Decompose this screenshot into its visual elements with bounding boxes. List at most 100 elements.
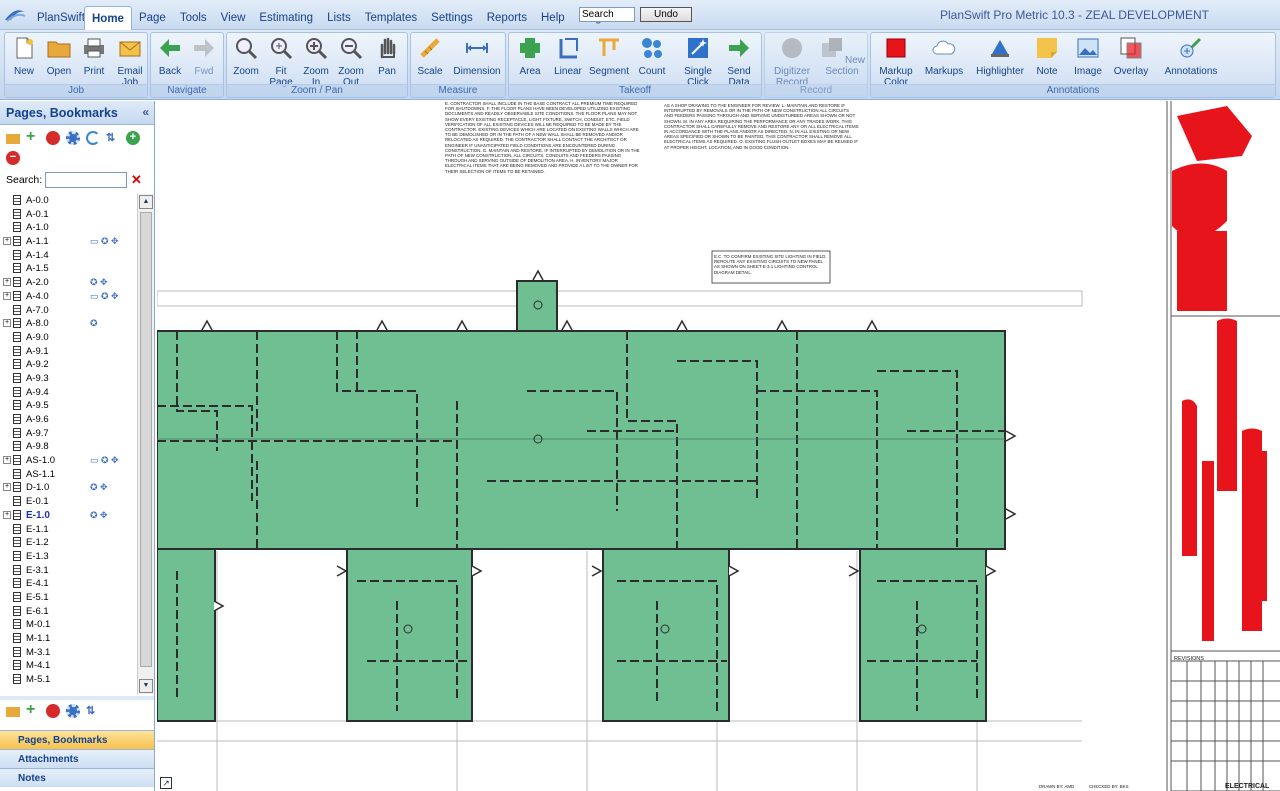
markups-button[interactable]: Markups bbox=[921, 35, 967, 77]
folder-icon[interactable] bbox=[6, 134, 20, 144]
page-tree-item[interactable]: A-1.4 bbox=[0, 249, 137, 263]
page-tree-item[interactable]: E-4.1 bbox=[0, 577, 137, 591]
open-button[interactable]: Open bbox=[43, 35, 75, 77]
menu-view[interactable]: View bbox=[214, 6, 253, 30]
page-tree-item[interactable]: M-3.1 bbox=[0, 646, 137, 660]
expand-icon[interactable]: + bbox=[3, 510, 11, 519]
page-tree-item[interactable]: + AS-1.0 ▭ ✪ ✥ bbox=[0, 454, 137, 468]
add-icon[interactable]: + bbox=[26, 129, 40, 145]
page-tree-item[interactable]: E-6.1 bbox=[0, 605, 137, 619]
scroll-down-icon[interactable]: ▼ bbox=[139, 679, 153, 693]
expand-icon[interactable]: + bbox=[3, 456, 11, 465]
tab-notes[interactable]: Notes bbox=[0, 768, 154, 787]
single-click-button[interactable]: Single Click bbox=[679, 35, 717, 88]
page-tree-item[interactable]: A-9.4 bbox=[0, 386, 137, 400]
expand-icon[interactable]: + bbox=[3, 319, 11, 328]
clear-search-icon[interactable]: ✕ bbox=[131, 172, 142, 188]
page-tree-item[interactable]: A-9.6 bbox=[0, 413, 137, 427]
menu-lists[interactable]: Lists bbox=[320, 6, 358, 30]
print-button[interactable]: Print bbox=[78, 35, 110, 77]
expand-icon[interactable]: + bbox=[3, 237, 11, 246]
menu-templates[interactable]: Templates bbox=[358, 6, 424, 30]
splitter[interactable] bbox=[0, 696, 154, 700]
page-tree-item[interactable]: E-5.1 bbox=[0, 591, 137, 605]
page-tree-item[interactable]: A-9.1 bbox=[0, 345, 137, 359]
page-tree-item[interactable]: A-9.2 bbox=[0, 358, 137, 372]
page-tree-item[interactable]: E-3.1 bbox=[0, 564, 137, 578]
page-tree-item[interactable]: E-1.1 bbox=[0, 523, 137, 537]
refresh-icon[interactable] bbox=[86, 131, 100, 145]
gear-icon[interactable] bbox=[66, 131, 80, 145]
menu-help[interactable]: Help bbox=[534, 6, 572, 30]
page-tree-item[interactable]: + A-4.0 ▭ ✪ ✥ bbox=[0, 290, 137, 304]
drawing-canvas[interactable]: E. CONTRACTOR SHALL INCLUDE IN THE BASE … bbox=[157, 101, 1280, 791]
send-data-button[interactable]: Send Data bbox=[719, 35, 759, 88]
digitizer-record-button[interactable]: Digitizer Record bbox=[767, 35, 817, 88]
add-icon[interactable]: + bbox=[26, 702, 40, 718]
scale-button[interactable]: Scale bbox=[413, 35, 447, 77]
add-circle-icon[interactable]: + bbox=[126, 131, 140, 145]
scroll-up-icon[interactable]: ▲ bbox=[139, 195, 153, 209]
page-tree-item[interactable]: M-5.1 bbox=[0, 673, 137, 687]
page-search-input[interactable] bbox=[45, 172, 127, 188]
zoom-in-button[interactable]: Zoom In bbox=[299, 35, 333, 88]
page-tree-item[interactable]: A-9.5 bbox=[0, 399, 137, 413]
page-tree-item[interactable]: M-1.1 bbox=[0, 632, 137, 646]
new-section-button[interactable]: New Section bbox=[817, 35, 867, 77]
count-button[interactable]: Count bbox=[633, 35, 671, 77]
page-tree-item[interactable]: A-0.0 bbox=[0, 194, 137, 208]
page-tree-item[interactable]: A-9.3 bbox=[0, 372, 137, 386]
menu-page[interactable]: Page bbox=[132, 6, 173, 30]
page-tree-item[interactable]: A-1.0 bbox=[0, 221, 137, 235]
highlighter-button[interactable]: Highlighter bbox=[971, 35, 1029, 77]
page-tree-item[interactable]: + D-1.0 ✪ ✥ bbox=[0, 481, 137, 495]
planswift-logo-icon[interactable] bbox=[3, 6, 27, 24]
page-tree-item[interactable]: E-1.2 bbox=[0, 536, 137, 550]
page-tree-item[interactable]: A-0.1 bbox=[0, 208, 137, 222]
expand-icon[interactable]: + bbox=[3, 483, 11, 492]
area-button[interactable]: Area bbox=[511, 35, 549, 77]
page-tree-item[interactable]: + A-2.0 ✪ ✥ bbox=[0, 276, 137, 290]
menu-estimating[interactable]: Estimating bbox=[252, 6, 320, 30]
tab-attachments[interactable]: Attachments bbox=[0, 749, 154, 768]
page-tree-item[interactable]: + A-8.0 ✪ bbox=[0, 317, 137, 331]
delete-icon[interactable] bbox=[46, 704, 60, 718]
resize-handle-icon[interactable]: ↗ bbox=[160, 777, 172, 789]
markup-color-button[interactable]: Markup Color bbox=[873, 35, 919, 88]
quick-search-input[interactable] bbox=[579, 7, 635, 22]
menu-settings[interactable]: Settings bbox=[424, 6, 480, 30]
menu-reports[interactable]: Reports bbox=[480, 6, 534, 30]
page-tree-item[interactable]: A-1.5 bbox=[0, 262, 137, 276]
annotations-button[interactable]: Annotations bbox=[1161, 35, 1221, 77]
fit-page-button[interactable]: Fit Page bbox=[264, 35, 298, 88]
page-tree-item[interactable]: + E-1.0 ✪ ✥ bbox=[0, 509, 137, 523]
delete-icon[interactable] bbox=[46, 131, 60, 145]
page-tree-item[interactable]: AS-1.1 bbox=[0, 468, 137, 482]
expand-icon[interactable]: + bbox=[3, 278, 11, 287]
page-tree-item[interactable]: E-1.3 bbox=[0, 550, 137, 564]
overlay-button[interactable]: Overlay bbox=[1111, 35, 1151, 77]
page-tree-item[interactable]: E-0.1 bbox=[0, 495, 137, 509]
remove-icon[interactable]: − bbox=[6, 151, 20, 165]
forward-button[interactable]: Fwd bbox=[187, 35, 221, 77]
page-tree-item[interactable]: M-0.1 bbox=[0, 618, 137, 632]
linear-button[interactable]: Linear bbox=[549, 35, 587, 77]
page-tree-item[interactable]: A-9.8 bbox=[0, 440, 137, 454]
tab-pages-bookmarks[interactable]: Pages, Bookmarks bbox=[0, 730, 154, 749]
collapse-icon[interactable]: « bbox=[142, 105, 149, 119]
page-tree-item[interactable]: A-9.0 bbox=[0, 331, 137, 345]
sort-icon[interactable]: ⇅ bbox=[106, 131, 120, 145]
new-button[interactable]: New bbox=[8, 35, 40, 77]
sort-icon[interactable]: ⇅ bbox=[86, 704, 100, 718]
zoom-out-button[interactable]: Zoom Out bbox=[334, 35, 368, 88]
tree-scrollbar[interactable]: ▲ ▼ bbox=[137, 194, 154, 694]
folder-icon[interactable] bbox=[6, 707, 20, 717]
menu-home[interactable]: Home bbox=[84, 6, 132, 30]
expand-icon[interactable]: + bbox=[3, 291, 11, 300]
app-menu[interactable]: PlanSwift bbox=[30, 6, 92, 30]
zoom-button[interactable]: Zoom bbox=[229, 35, 263, 77]
page-tree-item[interactable]: A-9.7 bbox=[0, 427, 137, 441]
note-button[interactable]: Note bbox=[1029, 35, 1065, 77]
dimension-button[interactable]: Dimension bbox=[451, 35, 503, 77]
gear-icon[interactable] bbox=[66, 704, 80, 718]
